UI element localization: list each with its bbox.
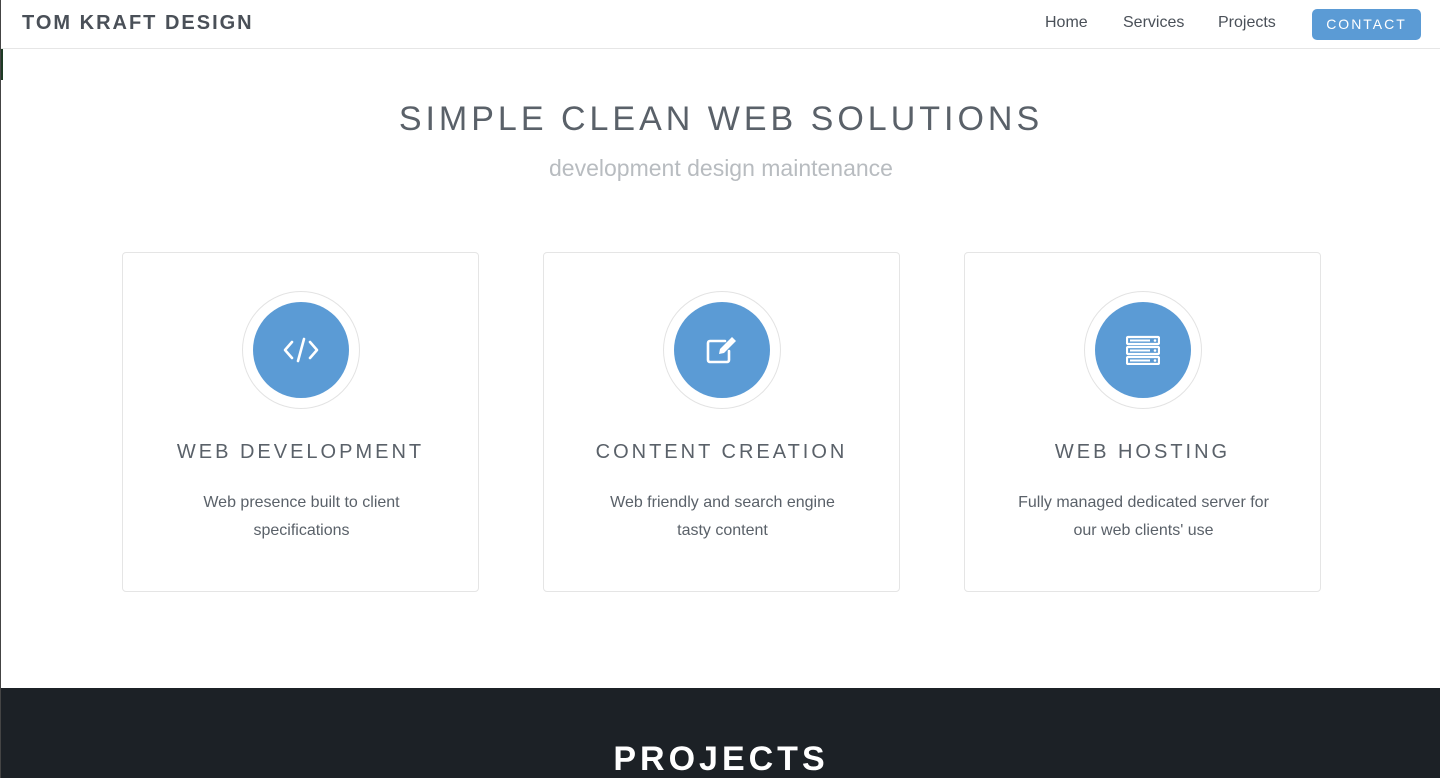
service-card-content-creation: CONTENT CREATION Web friendly and search… [543,252,900,592]
icon-ring [1084,291,1202,409]
projects-title: PROJECTS [613,740,829,778]
service-title: WEB HOSTING [1054,441,1231,463]
hero-subtitle: development design maintenance [549,155,893,181]
nav-link-services[interactable]: Services [1123,14,1184,32]
service-description: Web presence built to client specificati… [203,494,400,539]
service-title: CONTENT CREATION [595,441,848,463]
navbar: TOM KRAFT DESIGN Home Services Projects … [1,0,1440,49]
edit-icon [674,302,770,398]
service-description: Web friendly and search engine tasty con… [610,494,835,539]
hero-title: SIMPLE CLEAN WEB SOLUTIONS [398,100,1044,138]
nav-link-home[interactable]: Home [1045,14,1088,32]
service-card-web-hosting: WEB HOSTING Fully managed dedicated serv… [964,252,1321,592]
icon-ring [663,291,781,409]
service-description: Fully managed dedicated server for our w… [1018,494,1269,539]
nav-link-projects[interactable]: Projects [1218,14,1276,32]
icon-ring [242,291,360,409]
service-card-web-development: WEB DEVELOPMENT Web presence built to cl… [122,252,479,592]
code-icon [253,302,349,398]
page: TOM KRAFT DESIGN Home Services Projects … [0,0,1440,778]
service-title: WEB DEVELOPMENT [176,441,425,463]
brand-logo[interactable]: TOM KRAFT DESIGN [22,12,254,35]
server-icon [1095,302,1191,398]
projects-section: PROJECTS [1,688,1440,778]
contact-button[interactable]: CONTACT [1312,9,1421,40]
